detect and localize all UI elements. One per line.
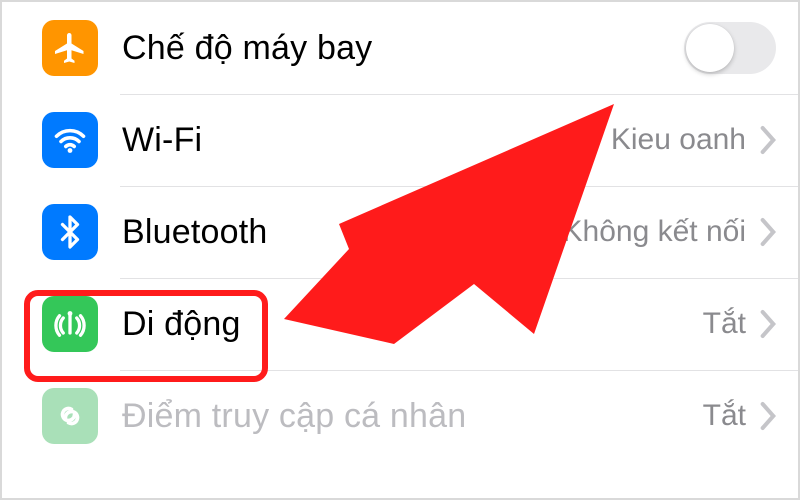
wifi-icon bbox=[42, 112, 98, 168]
hotspot-value: Tắt bbox=[703, 399, 746, 433]
cellular-value: Tắt bbox=[703, 307, 746, 341]
bluetooth-icon bbox=[42, 204, 98, 260]
settings-list: Chế độ máy bay Wi-Fi Kieu oanh Bluetooth… bbox=[2, 2, 798, 462]
chevron-icon bbox=[760, 217, 776, 247]
wifi-label: Wi-Fi bbox=[122, 121, 599, 160]
row-airplane-mode[interactable]: Chế độ máy bay bbox=[2, 2, 798, 94]
bluetooth-label: Bluetooth bbox=[122, 213, 551, 252]
hotspot-label: Điểm truy cập cá nhân bbox=[122, 397, 691, 436]
row-bluetooth[interactable]: Bluetooth Không kết nối bbox=[2, 186, 798, 278]
airplane-toggle[interactable] bbox=[684, 22, 776, 74]
wifi-value: Kieu oanh bbox=[611, 123, 746, 157]
row-cellular[interactable]: Di động Tắt bbox=[2, 278, 798, 370]
chevron-icon bbox=[760, 309, 776, 339]
cellular-label: Di động bbox=[122, 305, 691, 344]
row-hotspot[interactable]: Điểm truy cập cá nhân Tắt bbox=[2, 370, 798, 462]
chevron-icon bbox=[760, 125, 776, 155]
airplane-icon bbox=[42, 20, 98, 76]
bluetooth-value: Không kết nối bbox=[563, 215, 746, 249]
hotspot-icon bbox=[42, 388, 98, 444]
row-wifi[interactable]: Wi-Fi Kieu oanh bbox=[2, 94, 798, 186]
airplane-label: Chế độ máy bay bbox=[122, 29, 672, 68]
cellular-icon bbox=[42, 296, 98, 352]
chevron-icon bbox=[760, 401, 776, 431]
